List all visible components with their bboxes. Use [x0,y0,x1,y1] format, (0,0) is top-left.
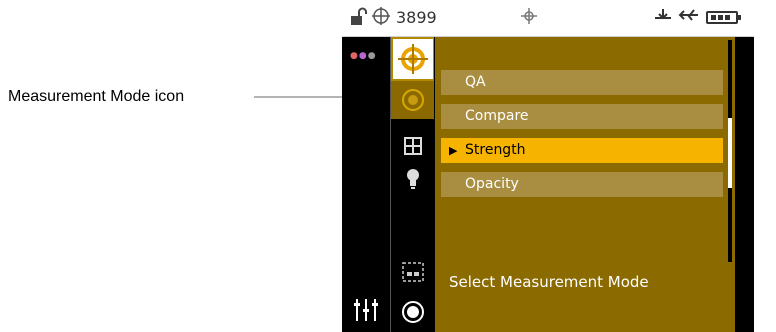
dash-box-icon[interactable] [391,255,435,289]
device-screen: 3899 ●●● QA Compare ▶ Strength Opacity S… [342,0,754,332]
menu-item-opacity[interactable]: Opacity [441,172,723,197]
left-column: ●●● [342,37,390,332]
unlock-icon [350,7,368,32]
selection-arrow-icon: ▶ [449,144,458,157]
menu-item-label: Strength [465,142,526,158]
menu-item-label: Opacity [465,176,519,192]
menu-item-label: Compare [465,108,529,124]
hint-text: Select Measurement Mode [449,273,649,291]
battery-icon [706,11,741,24]
right-strip [735,37,754,332]
menu-item-qa[interactable]: QA [441,70,723,95]
target-icon [372,7,390,30]
measurement-mode-panel: QA Compare ▶ Strength Opacity Select Mea… [434,37,735,332]
menu-item-compare[interactable]: Compare [441,104,723,129]
measurement-mode-icon[interactable] [391,81,435,119]
adjust-icon[interactable] [352,297,380,328]
color-dots-icon[interactable]: ●●● [350,51,377,61]
usb-icon [678,7,700,28]
menu-item-label: QA [465,74,486,90]
stand-icon [654,7,672,28]
measurement-mode-callout-label: Measurement Mode icon [8,88,185,105]
status-bar: 3899 [342,0,754,37]
measure-button-icon[interactable] [391,295,435,329]
menu-item-strength[interactable]: ▶ Strength [441,138,723,163]
bulb-icon[interactable] [391,163,435,195]
crosshair-icon [520,7,538,30]
view-icon[interactable] [391,129,435,163]
scrollbar-thumb[interactable] [728,118,732,188]
target-icon[interactable] [391,37,435,81]
mode-icon-column [390,37,435,332]
status-value: 3899 [396,8,437,27]
